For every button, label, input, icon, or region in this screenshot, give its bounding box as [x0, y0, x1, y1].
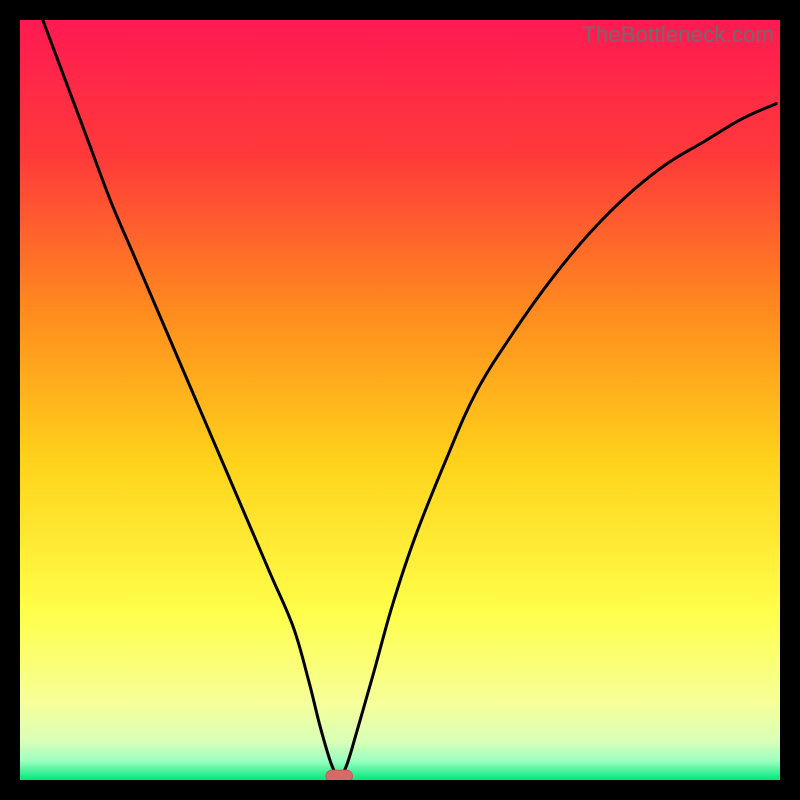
- watermark-text: TheBottleneck.com: [582, 22, 774, 48]
- chart-frame: TheBottleneck.com: [20, 20, 780, 780]
- optimal-marker: [326, 770, 353, 780]
- bottleneck-chart: [20, 20, 780, 780]
- gradient-background: [20, 20, 780, 780]
